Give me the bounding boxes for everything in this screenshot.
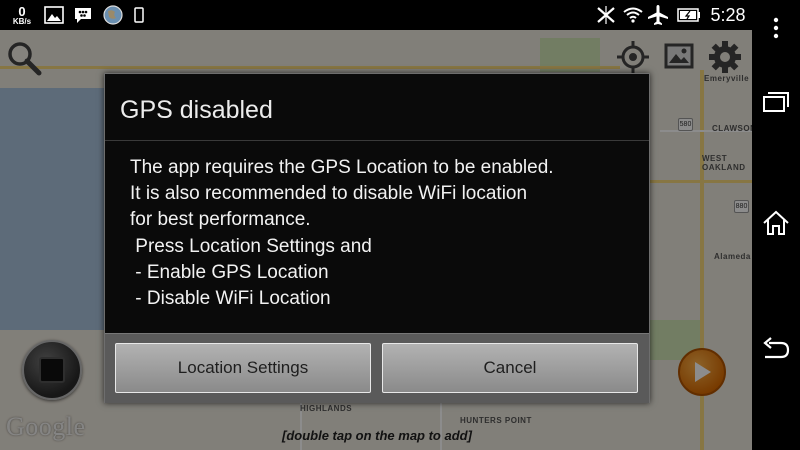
image-icon <box>42 0 66 30</box>
wifi-icon <box>622 0 644 30</box>
dialog-message: The app requires the GPS Location to be … <box>130 157 554 310</box>
phone-icon <box>133 0 145 30</box>
cancel-button[interactable]: Cancel <box>382 343 638 393</box>
back-icon[interactable] <box>752 329 800 369</box>
dialog-title: GPS disabled <box>120 96 273 124</box>
recent-apps-icon[interactable] <box>752 82 800 122</box>
status-bar: 0 KB/s 5:28 <box>0 0 752 30</box>
gps-disabled-dialog: GPS disabled The app requires the GPS Lo… <box>104 73 650 403</box>
navigation-bar <box>752 0 800 450</box>
bbm-icon <box>72 0 94 30</box>
home-icon[interactable] <box>752 203 800 243</box>
battery-icon <box>676 0 702 30</box>
clock-time: 5:28 <box>710 4 746 25</box>
data-speed-value: 0 <box>18 3 26 19</box>
location-settings-button[interactable]: Location Settings <box>115 343 371 393</box>
dialog-button-bar: Location Settings Cancel <box>105 333 649 403</box>
data-speed-unit: KB/s <box>12 16 32 26</box>
globe-icon <box>102 0 124 30</box>
dialog-divider <box>105 140 649 141</box>
airplane-icon <box>646 0 670 30</box>
menu-icon[interactable] <box>752 8 800 48</box>
vibrate-off-icon <box>594 0 618 30</box>
data-speed-indicator: 0 KB/s <box>8 0 36 30</box>
